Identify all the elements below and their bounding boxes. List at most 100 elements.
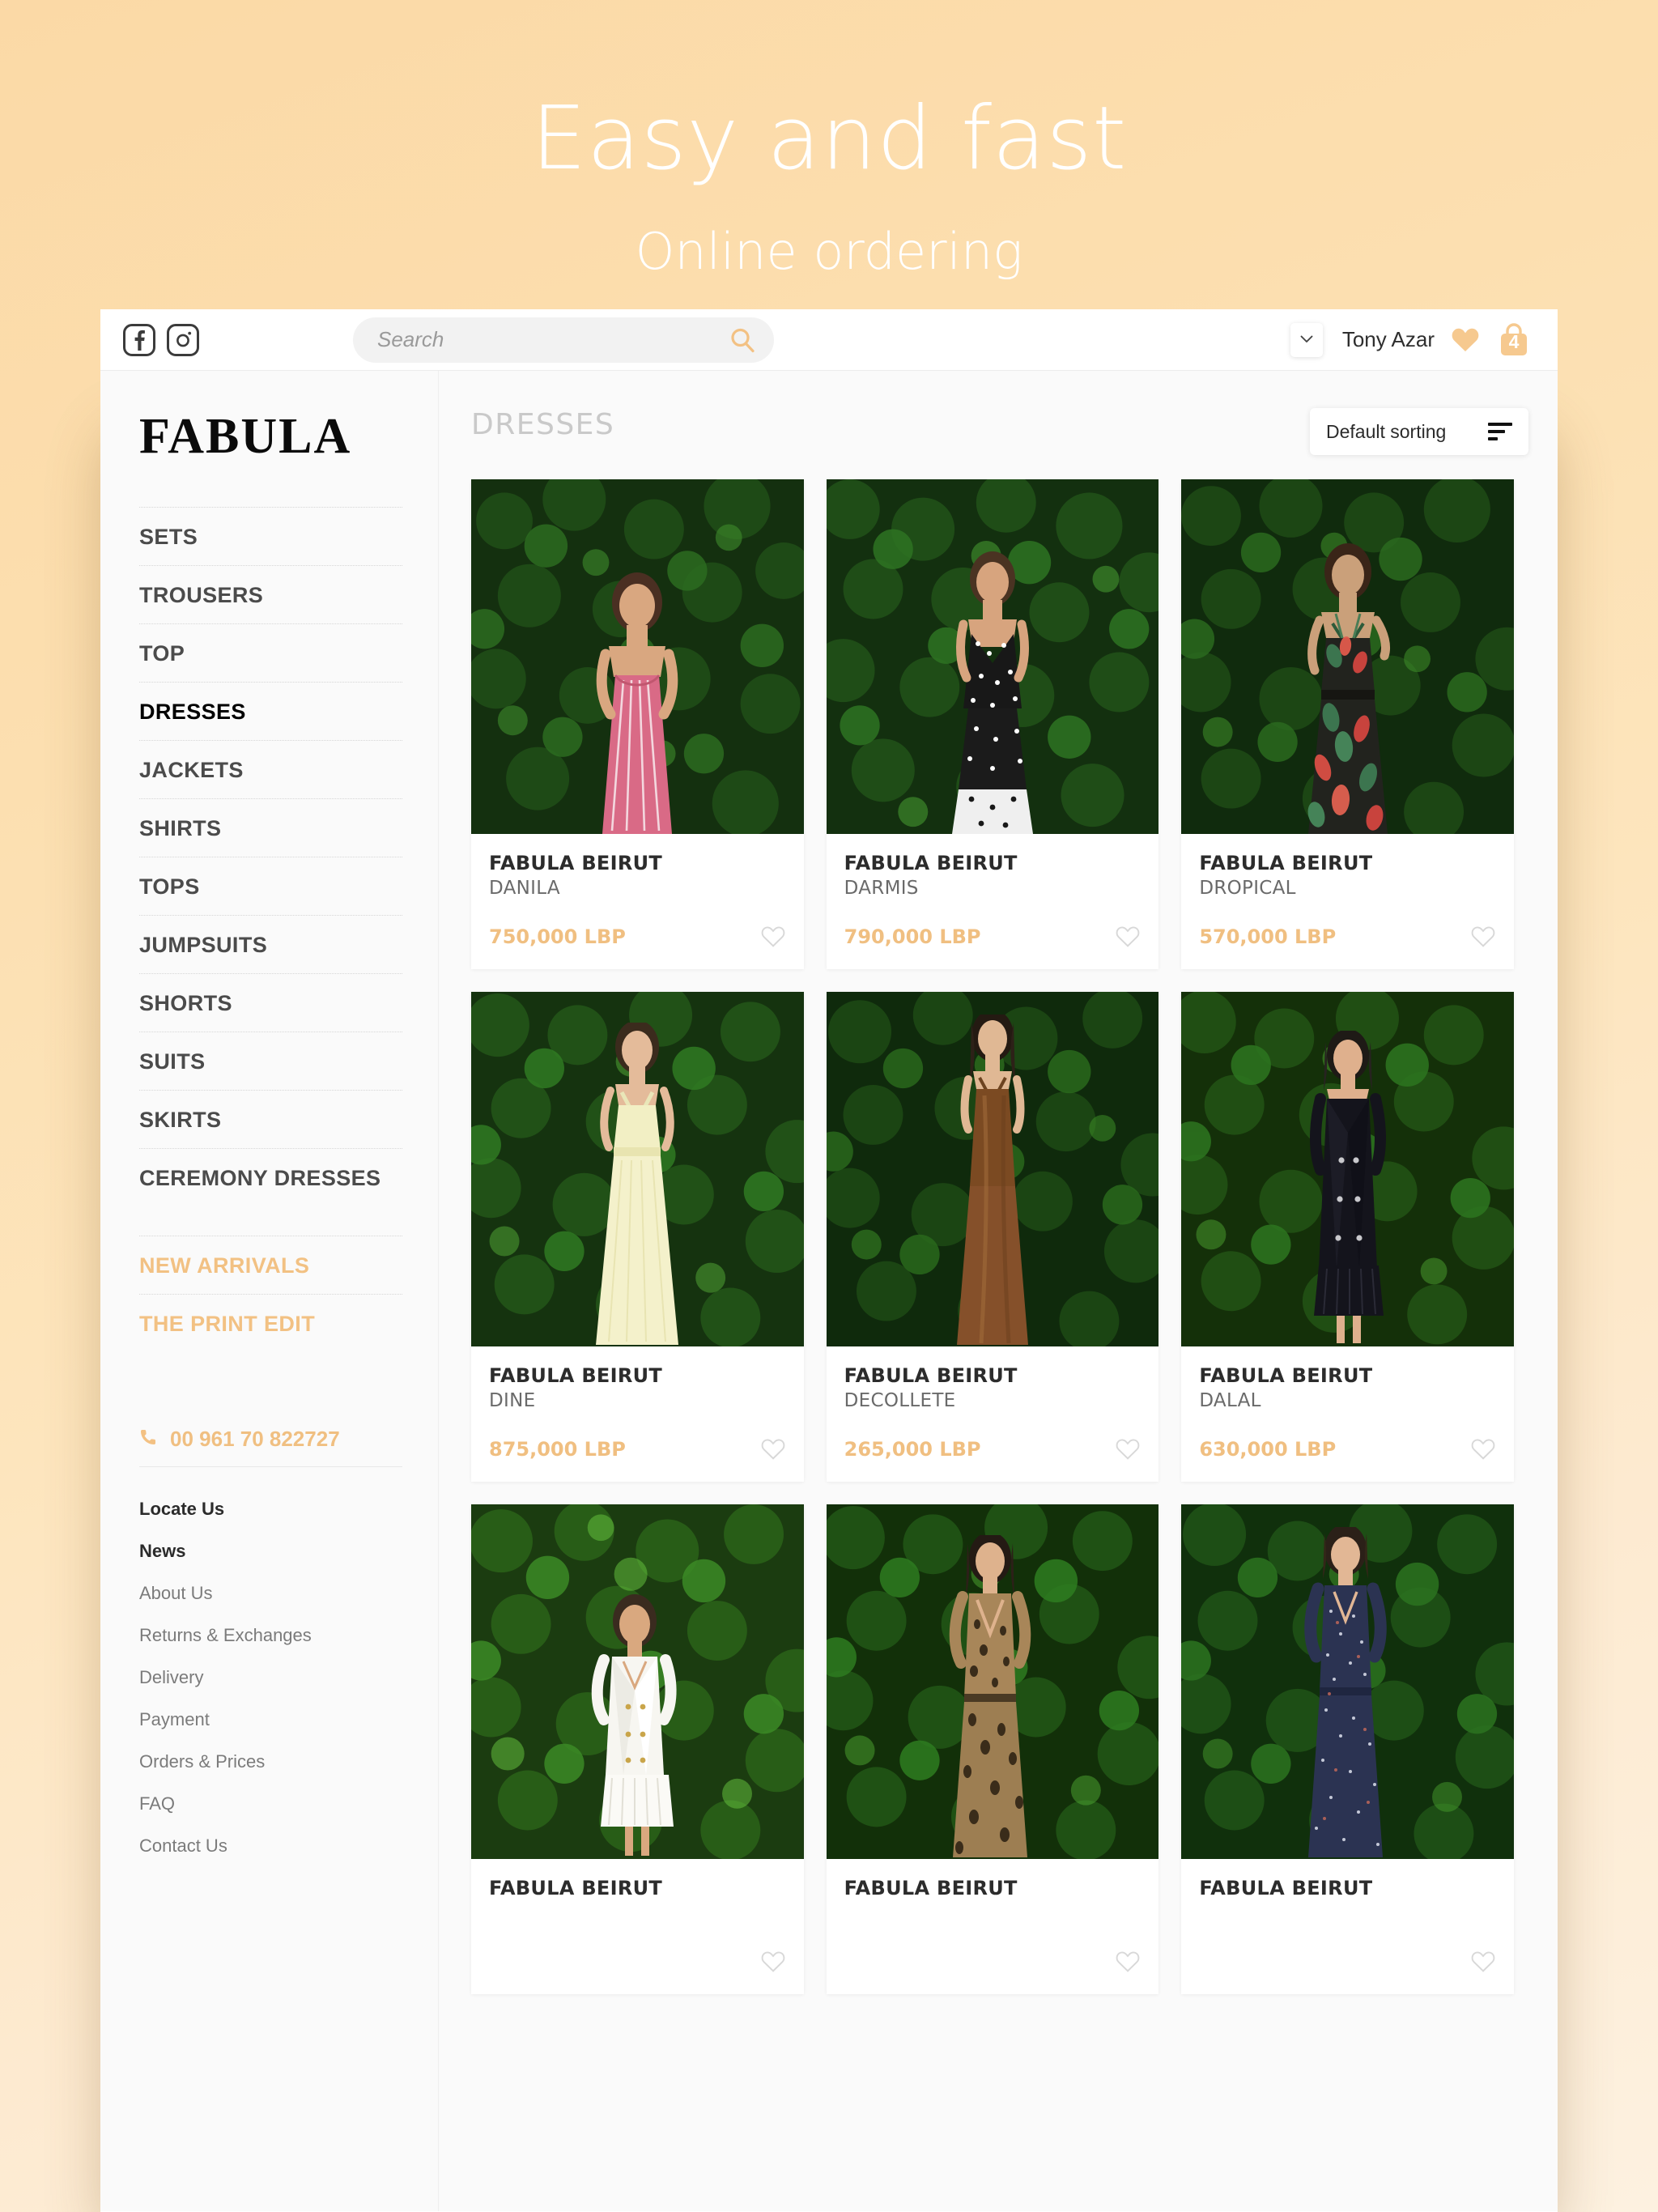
product-name: DECOLLETE	[844, 1390, 956, 1411]
product-card[interactable]: FABULA BEIRUT DANILA 750,000 LBP	[471, 479, 804, 969]
footer-link-about-us[interactable]: About Us	[139, 1572, 402, 1614]
contact-phone[interactable]: 00 961 70 822727	[139, 1427, 402, 1467]
facebook-icon[interactable]	[123, 323, 155, 356]
product-image[interactable]	[471, 992, 804, 1346]
product-image[interactable]	[826, 992, 1159, 1346]
product-footer	[827, 1950, 1159, 1994]
footer-link-faq[interactable]: FAQ	[139, 1783, 402, 1825]
sidebar-item-suits[interactable]: SUITS	[139, 1032, 402, 1090]
product-card[interactable]: FABULA BEIRUT	[1181, 1504, 1514, 1994]
sidebar-item-new-arrivals[interactable]: NEW ARRIVALS	[139, 1236, 402, 1294]
heart-outline-icon[interactable]	[1115, 1950, 1141, 1973]
product-card[interactable]: FABULA BEIRUT DINE 875,000 LBP	[471, 992, 804, 1482]
product-info: FABULA BEIRUT DALAL	[1181, 1346, 1514, 1437]
product-footer	[471, 1950, 804, 1994]
product-footer: 630,000 LBP	[1181, 1437, 1514, 1482]
product-brand: FABULA BEIRUT	[844, 852, 1018, 874]
footer-link-payment[interactable]: Payment	[139, 1699, 402, 1741]
product-name: DANILA	[489, 878, 560, 899]
sidebar-item-skirts[interactable]: SKIRTS	[139, 1090, 402, 1148]
product-footer	[1181, 1950, 1514, 1994]
product-name: DROPICAL	[1199, 878, 1296, 899]
footer-link-locate-us[interactable]: Locate Us	[139, 1488, 402, 1530]
product-image[interactable]	[1181, 479, 1514, 834]
listing-header: DRESSES Default sorting	[439, 371, 1528, 455]
search-icon[interactable]	[729, 326, 756, 354]
search-container	[353, 317, 774, 363]
heart-outline-icon[interactable]	[760, 925, 786, 948]
product-info: FABULA BEIRUT	[1181, 1859, 1514, 1950]
product-info: FABULA BEIRUT DANILA	[471, 834, 804, 925]
sidebar-item-ceremony-dresses[interactable]: CEREMONY DRESSES	[139, 1148, 402, 1206]
product-image[interactable]	[1181, 1504, 1514, 1859]
product-card[interactable]: FABULA BEIRUT	[471, 1504, 804, 1994]
sidebar-item-dresses[interactable]: DRESSES	[139, 682, 402, 740]
account-dropdown-toggle[interactable]	[1290, 322, 1323, 357]
product-image[interactable]	[826, 1504, 1159, 1859]
brand-logo[interactable]: FABULA	[139, 411, 402, 462]
product-info: FABULA BEIRUT DINE	[471, 1346, 804, 1437]
sidebar-item-sets[interactable]: SETS	[139, 507, 402, 565]
product-card[interactable]: FABULA BEIRUT DALAL 630,000 LBP	[1181, 992, 1514, 1482]
account-name[interactable]: Tony Azar	[1342, 327, 1435, 352]
product-info: FABULA BEIRUT	[827, 1859, 1159, 1950]
heart-outline-icon[interactable]	[1115, 925, 1141, 948]
product-card[interactable]: FABULA BEIRUT DARMIS 790,000 LBP	[826, 479, 1159, 969]
sort-dropdown[interactable]: Default sorting	[1310, 408, 1528, 455]
product-listing: DRESSES Default sorting FABULA BEIRUT DA…	[439, 371, 1558, 2211]
footer-link-contact-us[interactable]: Contact Us	[139, 1825, 402, 1867]
product-brand: FABULA BEIRUT	[489, 1364, 663, 1387]
product-info: FABULA BEIRUT	[471, 1859, 804, 1950]
sort-icon	[1488, 423, 1512, 440]
product-card[interactable]: FABULA BEIRUT	[826, 1504, 1159, 1994]
product-brand: FABULA BEIRUT	[489, 852, 663, 874]
sidebar-item-trousers[interactable]: TROUSERS	[139, 565, 402, 623]
search-box[interactable]	[353, 317, 774, 363]
sidebar-item-the-print-edit[interactable]: THE PRINT EDIT	[139, 1294, 402, 1352]
heart-outline-icon[interactable]	[1115, 1437, 1141, 1461]
product-price: 630,000 LBP	[1199, 1437, 1337, 1461]
footer-link-orders-prices[interactable]: Orders & Prices	[139, 1741, 402, 1783]
heart-outline-icon[interactable]	[760, 1437, 786, 1461]
sort-dropdown-label: Default sorting	[1326, 420, 1447, 442]
product-name: DINE	[489, 1390, 536, 1411]
footer-link-news[interactable]: News	[139, 1530, 402, 1572]
product-image[interactable]	[826, 479, 1159, 834]
heart-outline-icon[interactable]	[1470, 1437, 1496, 1461]
sidebar-item-shirts[interactable]: SHIRTS	[139, 798, 402, 857]
product-image[interactable]	[1181, 992, 1514, 1346]
footer-link-returns-exchanges[interactable]: Returns & Exchanges	[139, 1614, 402, 1657]
product-brand: FABULA BEIRUT	[1199, 1364, 1373, 1387]
product-card[interactable]: FABULA BEIRUT DROPICAL 570,000 LBP	[1181, 479, 1514, 969]
product-image[interactable]	[471, 479, 804, 834]
sidebar-item-jackets[interactable]: JACKETS	[139, 740, 402, 798]
shopping-bag-icon[interactable]: 4	[1496, 321, 1532, 359]
heart-outline-icon[interactable]	[1470, 1950, 1496, 1973]
product-image[interactable]	[471, 1504, 804, 1859]
sidebar-item-tops[interactable]: TOPS	[139, 857, 402, 915]
promo-title: Easy and fast	[531, 88, 1127, 189]
product-price: 265,000 LBP	[844, 1437, 981, 1461]
product-name: DALAL	[1199, 1390, 1261, 1411]
footer-link-delivery[interactable]: Delivery	[139, 1657, 402, 1699]
product-price: 570,000 LBP	[1199, 925, 1337, 948]
instagram-icon[interactable]	[167, 323, 199, 356]
sidebar-item-shorts[interactable]: SHORTS	[139, 973, 402, 1032]
product-brand: FABULA BEIRUT	[1199, 1877, 1373, 1899]
phone-icon	[139, 1427, 159, 1451]
phone-number[interactable]: 00 961 70 822727	[170, 1427, 340, 1452]
product-info: FABULA BEIRUT DECOLLETE	[827, 1346, 1159, 1437]
heart-outline-icon[interactable]	[1470, 925, 1496, 948]
heart-icon[interactable]	[1451, 326, 1480, 353]
search-input[interactable]	[377, 327, 729, 352]
product-brand: FABULA BEIRUT	[1199, 852, 1373, 874]
sidebar: FABULA SETS TROUSERS TOP DRESSES JACKETS…	[100, 371, 439, 2211]
cart-count-badge: 4	[1508, 330, 1520, 352]
product-footer: 875,000 LBP	[471, 1437, 804, 1482]
chevron-down-icon	[1300, 333, 1313, 347]
heart-outline-icon[interactable]	[760, 1950, 786, 1973]
product-name: DARMIS	[844, 878, 919, 899]
product-card[interactable]: FABULA BEIRUT DECOLLETE 265,000 LBP	[826, 992, 1159, 1482]
sidebar-item-top[interactable]: TOP	[139, 623, 402, 682]
sidebar-item-jumpsuits[interactable]: JUMPSUITS	[139, 915, 402, 973]
